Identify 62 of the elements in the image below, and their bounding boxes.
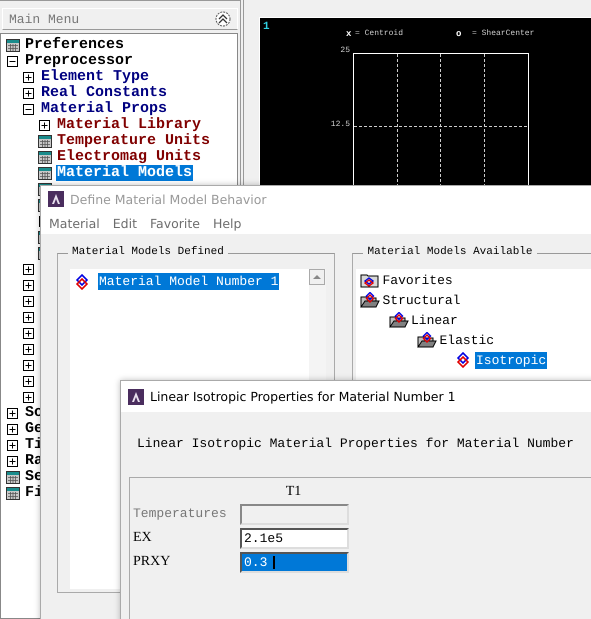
expander-icon[interactable] [23, 376, 34, 386]
expander-icon[interactable] [7, 440, 18, 450]
tree-item[interactable]: Linear [410, 312, 459, 328]
expander-icon[interactable] [23, 344, 34, 354]
calculator-icon[interactable] [38, 134, 52, 148]
expander-icon[interactable] [23, 72, 34, 82]
scroll-up-icon[interactable] [309, 269, 326, 285]
window-title: Linear Isotropic Properties for Material Number 1 [150, 389, 456, 404]
legend-label: = ShearCenter [472, 29, 534, 38]
app-logo-icon [48, 191, 64, 207]
tree-item[interactable]: Structural [381, 292, 462, 308]
expander-icon[interactable] [23, 264, 34, 274]
calculator-icon[interactable] [6, 470, 20, 484]
property-label: PRXY [133, 552, 172, 570]
tree-item[interactable]: Elastic [438, 332, 496, 348]
expander-icon[interactable] [23, 328, 34, 338]
tree-item[interactable]: Favorites [381, 272, 454, 288]
expander-icon[interactable] [23, 392, 34, 402]
menu-item[interactable]: Electromag Units [56, 149, 202, 165]
calculator-icon[interactable] [38, 150, 52, 164]
expander-icon[interactable] [23, 104, 34, 114]
diamond-icon [76, 274, 88, 290]
calculator-icon[interactable] [38, 166, 52, 180]
menu-item[interactable]: Material Models [56, 165, 194, 181]
list-item[interactable]: Material Model Number 1 [98, 273, 280, 290]
expander-icon[interactable] [23, 296, 34, 306]
expander-icon[interactable] [7, 408, 18, 418]
legend-symbol: x [346, 29, 352, 39]
window-title: Define Material Model Behavior [70, 192, 267, 206]
menu-item[interactable]: Temperature Units [56, 133, 212, 149]
legend-symbol: o [456, 29, 462, 39]
menu-item[interactable]: Preferences [24, 37, 126, 53]
viewport-number: 1 [263, 21, 270, 33]
menu-item[interactable]: Preprocessor [24, 53, 134, 69]
collapse-icon[interactable] [215, 11, 231, 27]
expander-icon[interactable] [7, 424, 18, 434]
expander-icon[interactable] [39, 120, 50, 130]
value-field[interactable]: 2.1e5 [240, 528, 349, 549]
expander-icon[interactable] [23, 360, 34, 370]
property-label: EX [133, 528, 153, 546]
menu-item[interactable]: Material Library [56, 117, 202, 133]
expander-icon[interactable] [23, 280, 34, 290]
axis-label: 12.5 [330, 120, 350, 129]
expander-icon[interactable] [23, 88, 34, 98]
value-field[interactable]: 0.3 [240, 552, 349, 573]
menu-title: Main Menu [9, 12, 80, 26]
app-logo-icon [128, 388, 144, 404]
menu-item[interactable]: Real Constants [40, 85, 168, 101]
calculator-icon[interactable] [6, 486, 20, 500]
expander-icon[interactable] [7, 56, 18, 66]
column-header: T1 [284, 483, 302, 501]
legend-label: = Centroid [355, 29, 404, 38]
expander-icon[interactable] [7, 456, 18, 466]
tree-item[interactable]: Isotropic [474, 352, 548, 368]
property-label: Temperatures [133, 504, 228, 522]
axis-label: 25 [340, 46, 350, 55]
dialog-heading: Linear Isotropic Material Properties for Material Number [136, 435, 575, 453]
menu-item[interactable]: Material Props [40, 101, 168, 117]
diamond-icon [456, 352, 469, 368]
expander-icon[interactable] [23, 312, 34, 322]
calculator-icon[interactable] [6, 38, 20, 52]
menu-item[interactable]: Element Type [40, 69, 150, 85]
